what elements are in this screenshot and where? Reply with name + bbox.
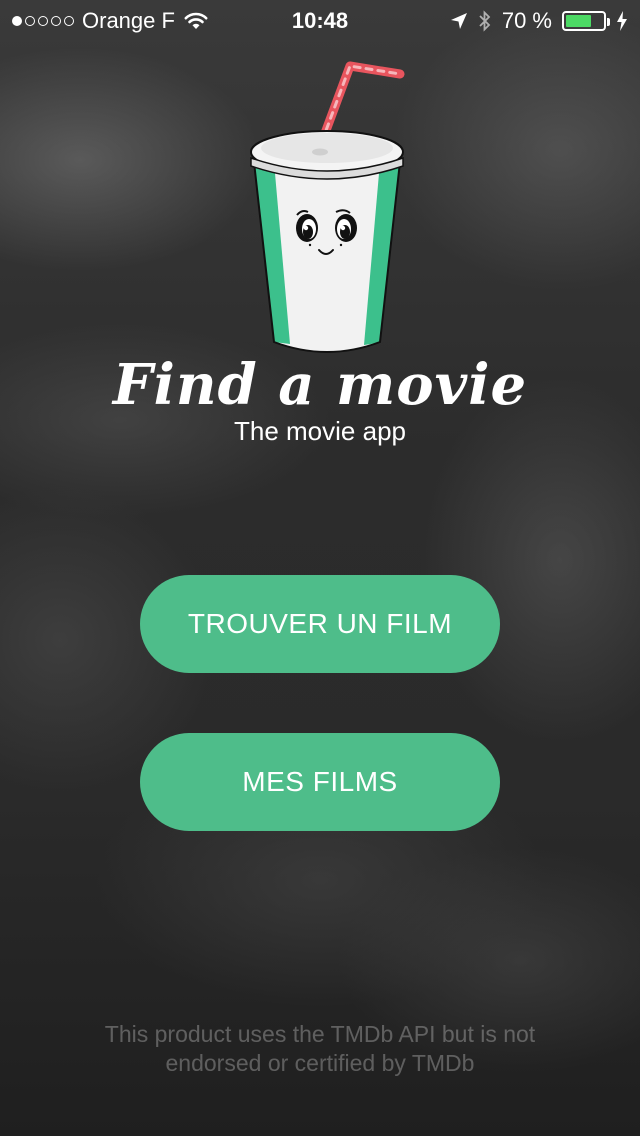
app-title: Find a movie <box>112 352 528 418</box>
app-subtitle: The movie app <box>234 416 406 446</box>
disclaimer-line-1: This product uses the TMDb API but is no… <box>104 1021 536 1047</box>
my-movies-button[interactable]: MES FILMS <box>140 733 500 831</box>
tmdb-disclaimer: This product uses the TMDb API but is no… <box>60 1020 580 1078</box>
status-bar: Orange F 10:48 70 % <box>0 0 640 40</box>
location-arrow-icon <box>450 13 467 29</box>
battery-level-fill <box>566 15 592 27</box>
battery-percent: 70 % <box>501 8 552 33</box>
battery-icon <box>562 11 610 31</box>
disclaimer-line-2: endorsed or certified by TMDb <box>165 1050 475 1076</box>
status-right: 70 % <box>450 8 628 34</box>
bluetooth-icon <box>479 10 491 32</box>
charging-bolt-icon <box>617 11 627 31</box>
soda-cup-mascot-icon <box>250 61 405 353</box>
find-movie-button[interactable]: TROUVER UN FILM <box>140 575 500 673</box>
